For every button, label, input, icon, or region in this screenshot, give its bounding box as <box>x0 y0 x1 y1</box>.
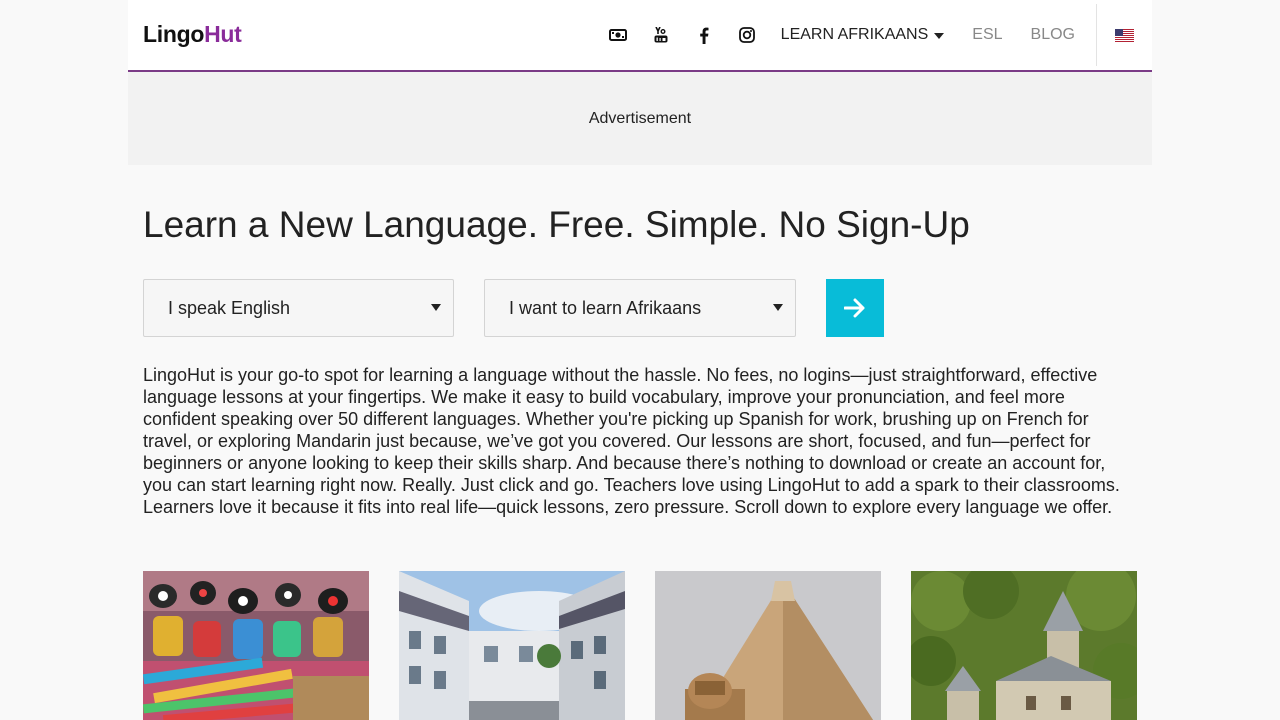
learn-language-select[interactable]: I want to learn Afrikaans <box>484 279 796 337</box>
advertisement-banner: Advertisement <box>128 72 1152 165</box>
learn-language-label: LEARN AFRIKAANS <box>780 26 929 43</box>
instagram-icon[interactable] <box>738 26 756 44</box>
page-title: Learn a New Language. Free. Simple. No S… <box>143 204 970 245</box>
dropdown-arrow-icon <box>773 304 783 311</box>
esl-link[interactable]: ESL <box>972 26 1002 44</box>
go-button[interactable] <box>826 279 884 337</box>
speak-language-value: I speak English <box>168 297 291 318</box>
site-header: LingoHut LEARN AFRIKAANS ESL BLOG <box>128 0 1152 72</box>
advertisement-label: Advertisement <box>588 109 692 127</box>
page: LingoHut LEARN AFRIKAANS ESL BLOG Advert… <box>128 0 1152 720</box>
learn-language-value: I want to learn Afrikaans <box>509 297 702 318</box>
blog-link[interactable]: BLOG <box>1031 26 1075 44</box>
main-nav: LEARN AFRIKAANS ESL BLOG <box>608 0 1152 70</box>
youtube-icon[interactable] <box>652 26 670 44</box>
language-card-image-monastery[interactable] <box>911 571 1137 720</box>
video-icon[interactable] <box>608 26 627 44</box>
intro-paragraph: LingoHut is your go-to spot for learning… <box>143 365 1120 517</box>
facebook-icon[interactable] <box>695 26 713 44</box>
nav-divider <box>1096 4 1097 66</box>
language-card-image-crafts[interactable] <box>143 571 369 720</box>
language-cards <box>143 571 1137 720</box>
logo[interactable]: LingoHut <box>143 21 242 48</box>
language-selectors: I speak English I want to learn Afrikaan… <box>143 279 1137 337</box>
arrow-right-icon <box>844 298 865 318</box>
language-card-image-street[interactable] <box>399 571 625 720</box>
dropdown-arrow-icon <box>431 304 441 311</box>
logo-text-lingo: Lingo <box>143 21 205 47</box>
logo-text-hut: Hut <box>204 21 242 47</box>
speak-language-select[interactable]: I speak English <box>143 279 454 337</box>
main-content: Learn a New Language. Free. Simple. No S… <box>128 165 1152 720</box>
us-flag-icon[interactable] <box>1115 28 1134 42</box>
chevron-down-icon <box>934 32 945 39</box>
learn-language-menu[interactable]: LEARN AFRIKAANS <box>781 26 945 44</box>
language-card-image-pyramid[interactable] <box>655 571 881 720</box>
